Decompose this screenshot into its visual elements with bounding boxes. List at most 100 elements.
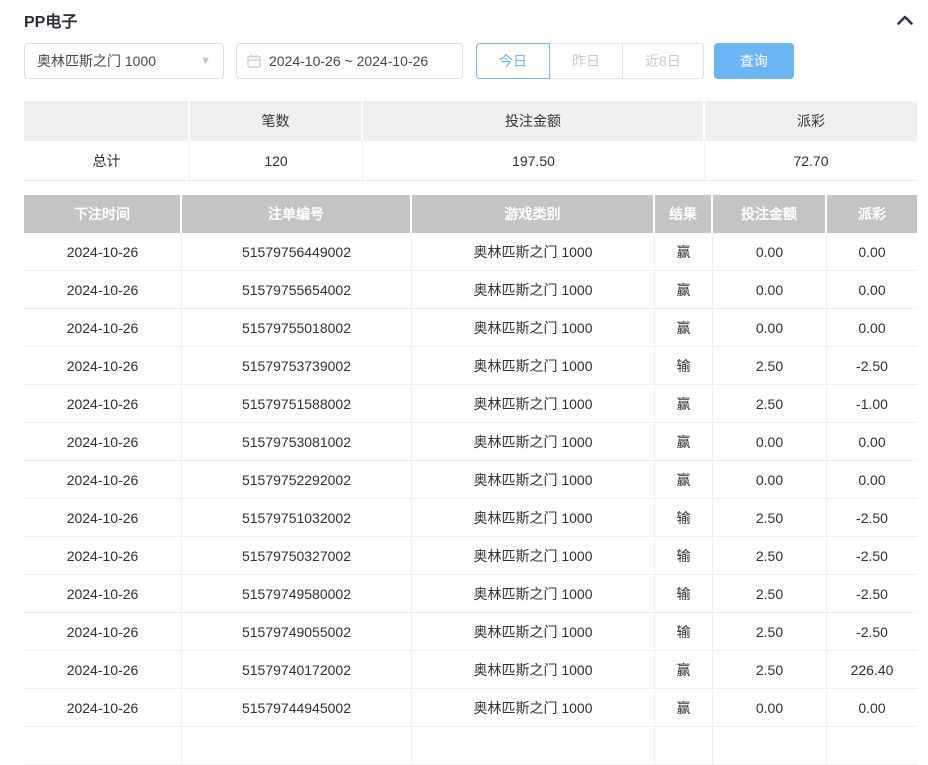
table-cell xyxy=(655,727,713,764)
table-row: 2024-10-26 51579751032002 奥林匹斯之门 1000 输 2.50… xyxy=(24,499,917,537)
table-row: 2024-10-26 51579744945002 奥林匹斯之门 1000 赢 0.00… xyxy=(24,689,917,727)
cell-game-type: 奥林匹斯之门 1000 xyxy=(412,347,655,384)
cell-result: 赢 xyxy=(655,385,713,422)
cell-bet-id: 51579755654002 xyxy=(182,271,412,308)
cell-result: 输 xyxy=(655,575,713,612)
date-range-value: 2024-10-26 ~ 2024-10-26 xyxy=(269,53,429,69)
bets-table: 下注时间 注单编号 游戏类别 结果 投注金额 派彩 2024-10-26 5157… xyxy=(24,195,917,765)
cell-game-type: 奥林匹斯之门 1000 xyxy=(412,537,655,574)
cell-game-type: 奥林匹斯之门 1000 xyxy=(412,499,655,536)
cell-bet-time: 2024-10-26 xyxy=(24,461,182,498)
cell-game-type: 奥林匹斯之门 1000 xyxy=(412,613,655,650)
cell-result: 赢 xyxy=(655,651,713,688)
today-button[interactable]: 今日 xyxy=(476,43,550,79)
cell-payout: 0.00 xyxy=(858,243,886,260)
table-body: 2024-10-26 51579756449002 奥林匹斯之门 1000 赢 0.00… xyxy=(24,233,917,727)
cell-game-type: 奥林匹斯之门 1000 xyxy=(412,651,655,688)
summary-total-bet-amount: 197.50 xyxy=(363,141,705,180)
cell-bet-time: 2024-10-26 xyxy=(24,651,182,688)
cell-payout: 226.40 xyxy=(850,661,894,678)
table-row: 2024-10-26 51579756449002 奥林匹斯之门 1000 赢 0.00… xyxy=(24,233,917,271)
cell-bet-time: 2024-10-26 xyxy=(24,575,182,612)
cell-game-type: 奥林匹斯之门 1000 xyxy=(412,689,655,726)
cell-game-type: 奥林匹斯之门 1000 xyxy=(412,423,655,460)
cell-bet-id: 51579750327002 xyxy=(182,537,412,574)
cell-bet-time: 2024-10-26 xyxy=(24,537,182,574)
cell-bet-amount: 2.50 xyxy=(713,613,827,650)
cell-game-type: 奥林匹斯之门 1000 xyxy=(412,309,655,346)
cell-bet-amount: 0.00 xyxy=(713,461,827,498)
cell-result: 赢 xyxy=(655,309,713,346)
cell-bet-amount: 2.50 xyxy=(713,537,827,574)
cell-bet-time: 2024-10-26 xyxy=(24,385,182,422)
cell-bet-id: 51579755018002 xyxy=(182,309,412,346)
table-row: 2024-10-26 51579753081002 奥林匹斯之门 1000 赢 0.00… xyxy=(24,423,917,461)
bets-table-header-row: 下注时间 注单编号 游戏类别 结果 投注金额 派彩 xyxy=(24,195,917,233)
filter-bar: 奥林匹斯之门 1000 ▼ 2024-10-26 ~ 2024-10-26 今日… xyxy=(24,43,917,79)
cell-result: 赢 xyxy=(655,271,713,308)
date-range-input[interactable]: 2024-10-26 ~ 2024-10-26 xyxy=(236,43,463,79)
cell-bet-amount: 0.00 xyxy=(713,689,827,726)
cell-result: 赢 xyxy=(655,689,713,726)
header-bet-amount: 投注金额 xyxy=(713,195,827,233)
table-cell xyxy=(827,727,917,764)
table-row: 2024-10-26 51579755654002 奥林匹斯之门 1000 赢 0.00… xyxy=(24,271,917,309)
summary-header-row: 笔数 投注金额 派彩 xyxy=(24,101,917,141)
cell-bet-time: 2024-10-26 xyxy=(24,271,182,308)
panel-header: PP电子 xyxy=(24,0,917,31)
cell-bet-id: 51579753081002 xyxy=(182,423,412,460)
header-game-type: 游戏类别 xyxy=(412,195,655,233)
cell-payout: 0.00 xyxy=(858,433,886,450)
chevron-down-icon: ▼ xyxy=(200,55,211,67)
game-select[interactable]: 奥林匹斯之门 1000 ▼ xyxy=(24,43,224,79)
page-title: PP电子 xyxy=(24,13,78,31)
last-8-days-button[interactable]: 近8日 xyxy=(622,43,704,79)
header-result: 结果 xyxy=(655,195,713,233)
cell-payout: 0.00 xyxy=(858,319,886,336)
header-bet-time: 下注时间 xyxy=(24,195,182,233)
collapse-panel-button[interactable] xyxy=(895,10,915,30)
summary-table: 笔数 投注金额 派彩 总计 120 197.50 72.70 xyxy=(24,101,917,181)
calendar-icon xyxy=(247,54,261,68)
cell-bet-id: 51579740172002 xyxy=(182,651,412,688)
cell-game-type: 奥林匹斯之门 1000 xyxy=(412,385,655,422)
cell-bet-amount: 0.00 xyxy=(713,271,827,308)
cell-payout: -2.50 xyxy=(856,585,888,602)
cell-bet-id: 51579751032002 xyxy=(182,499,412,536)
cell-bet-time: 2024-10-26 xyxy=(24,309,182,346)
cell-result: 赢 xyxy=(655,461,713,498)
summary-header-count: 笔数 xyxy=(190,101,363,141)
table-row: 2024-10-26 51579750327002 奥林匹斯之门 1000 输 2.50… xyxy=(24,537,917,575)
table-row: 2024-10-26 51579749580002 奥林匹斯之门 1000 输 2.50… xyxy=(24,575,917,613)
cell-game-type: 奥林匹斯之门 1000 xyxy=(412,233,655,270)
yesterday-button[interactable]: 昨日 xyxy=(549,43,623,79)
cell-bet-id: 51579752292002 xyxy=(182,461,412,498)
cell-bet-amount: 0.00 xyxy=(713,309,827,346)
summary-total-label: 总计 xyxy=(24,141,190,180)
cell-result: 输 xyxy=(655,347,713,384)
query-button[interactable]: 查询 xyxy=(713,43,794,79)
cell-bet-amount: 2.50 xyxy=(713,347,827,384)
table-row: 2024-10-26 51579752292002 奥林匹斯之门 1000 赢 0.00… xyxy=(24,461,917,499)
cell-bet-id: 51579751588002 xyxy=(182,385,412,422)
cell-payout: -2.50 xyxy=(856,623,888,640)
table-cell xyxy=(182,727,412,764)
cell-result: 赢 xyxy=(655,233,713,270)
cell-bet-time: 2024-10-26 xyxy=(24,689,182,726)
summary-total-payout: 72.70 xyxy=(705,141,917,180)
cell-bet-id: 51579744945002 xyxy=(182,689,412,726)
game-select-value: 奥林匹斯之门 1000 xyxy=(37,53,157,69)
summary-header-bet-amount: 投注金额 xyxy=(363,101,705,141)
cell-bet-time: 2024-10-26 xyxy=(24,233,182,270)
cell-payout: -2.50 xyxy=(856,357,888,374)
table-row-partial xyxy=(24,727,917,765)
cell-game-type: 奥林匹斯之门 1000 xyxy=(412,575,655,612)
cell-payout: 0.00 xyxy=(858,281,886,298)
header-bet-id: 注单编号 xyxy=(182,195,412,233)
cell-bet-time: 2024-10-26 xyxy=(24,423,182,460)
summary-header-payout: 派彩 xyxy=(705,101,917,141)
cell-payout: -2.50 xyxy=(856,547,888,564)
cell-bet-time: 2024-10-26 xyxy=(24,499,182,536)
cell-payout: -2.50 xyxy=(856,509,888,526)
table-row: 2024-10-26 51579755018002 奥林匹斯之门 1000 赢 0.00… xyxy=(24,309,917,347)
